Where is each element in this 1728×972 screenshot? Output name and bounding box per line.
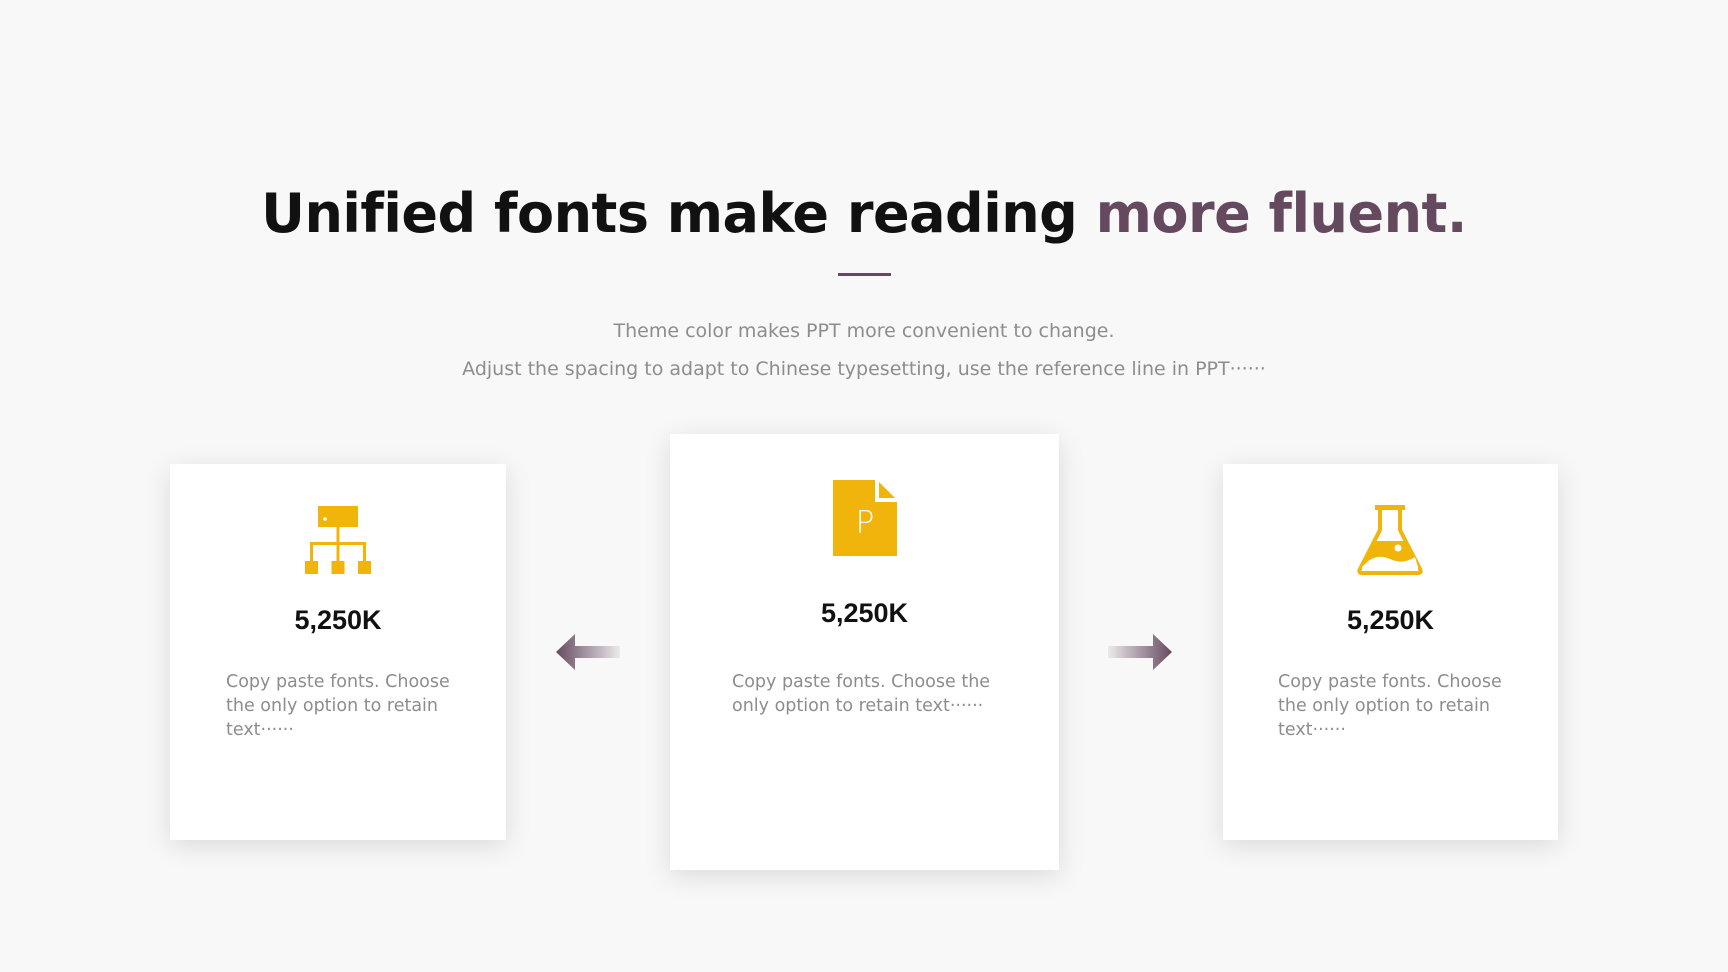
flask-icon: [1357, 505, 1423, 575]
feature-card-center: P 5,250K Copy paste fonts. Choose the on…: [670, 434, 1059, 870]
arrow-left-icon: [556, 634, 620, 670]
card-value: 5,250K: [820, 598, 909, 628]
org-chart-icon: [305, 506, 371, 574]
card-value: 5,250K: [294, 605, 382, 635]
title-accent: more fluent.: [1095, 182, 1468, 245]
subtitle-line-1: Theme color makes PPT more convenient to…: [613, 320, 1115, 342]
title-divider: [838, 273, 891, 276]
card-description: Copy paste fonts. Choose the only option…: [226, 672, 450, 740]
card-description: Copy paste fonts. Choose the only option…: [1278, 672, 1502, 740]
ppt-file-icon: P: [833, 480, 897, 556]
feature-card-left: 5,250K Copy paste fonts. Choose the only…: [170, 464, 506, 840]
title-main: Unified fonts make reading: [261, 182, 1096, 245]
subtitle-line-2: Adjust the spacing to adapt to Chinese t…: [462, 358, 1266, 380]
card-value: 5,250K: [1346, 605, 1435, 635]
feature-card-right: 5,250K Copy paste fonts. Choose the only…: [1223, 464, 1558, 840]
arrow-right-icon: [1108, 634, 1172, 670]
card-description: Copy paste fonts. Choose the only option…: [732, 672, 991, 716]
page-title: Unified fonts make reading more fluent.: [0, 176, 1728, 252]
ppt-file-letter: P: [856, 505, 875, 541]
